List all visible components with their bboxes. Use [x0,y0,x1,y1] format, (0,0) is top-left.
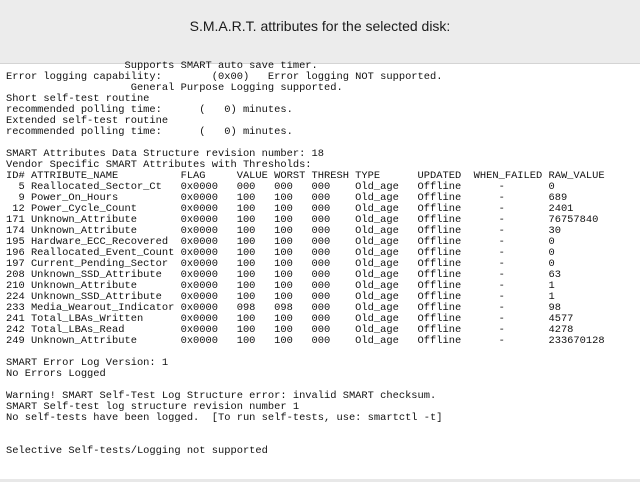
smart-attributes-window: S.M.A.R.T. attributes for the selected d… [0,0,640,482]
smart-output-text: Supports SMART auto save timer. Error lo… [6,61,605,457]
window-title: S.M.A.R.T. attributes for the selected d… [189,18,451,34]
smart-output-scroll-area[interactable]: Supports SMART auto save timer. Error lo… [6,61,632,479]
title-bar: S.M.A.R.T. attributes for the selected d… [0,0,640,64]
